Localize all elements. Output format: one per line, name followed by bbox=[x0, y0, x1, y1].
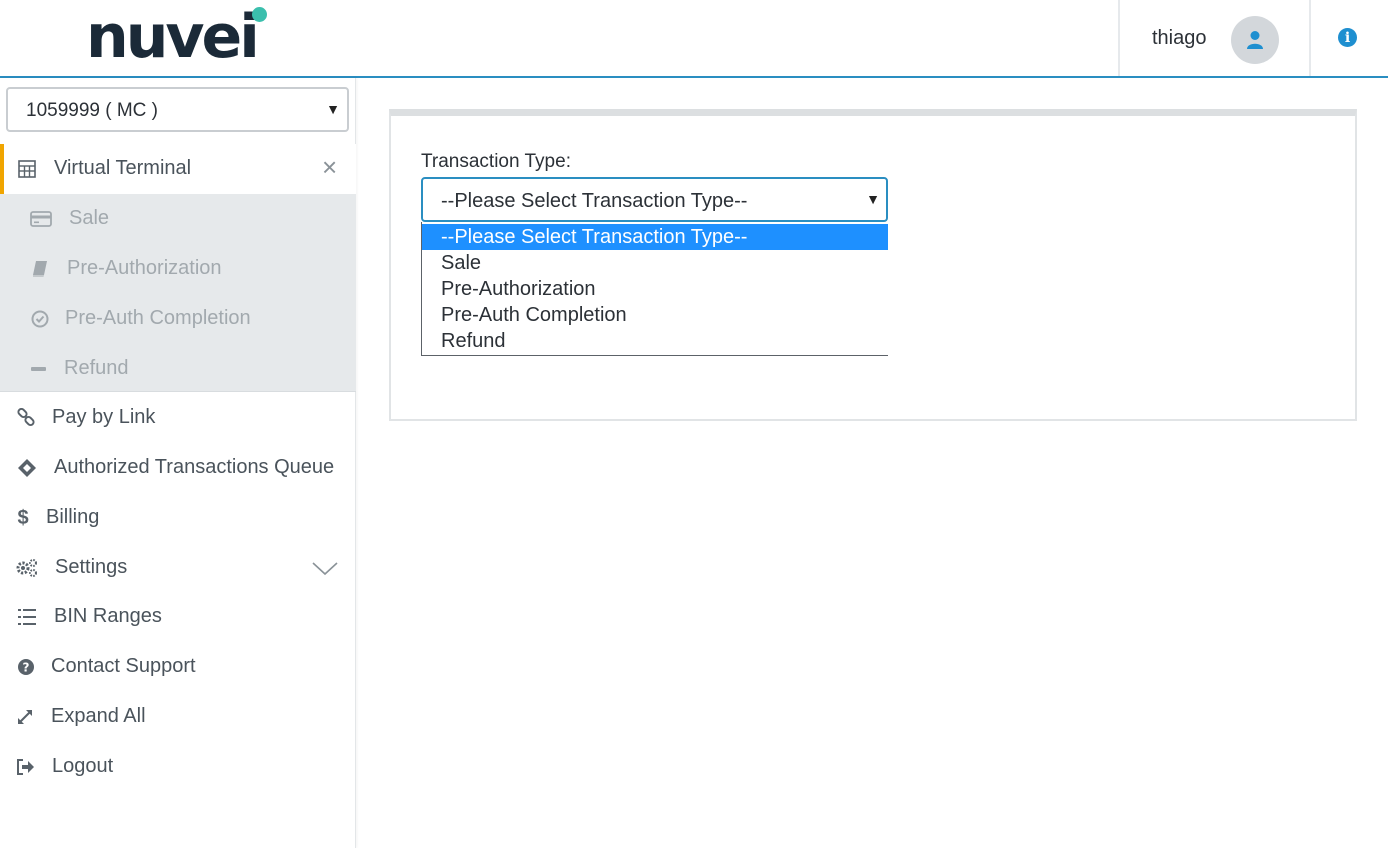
user-avatar-button[interactable] bbox=[1231, 16, 1279, 64]
sidebar-item-bin-ranges[interactable]: BIN Ranges bbox=[0, 592, 356, 642]
dropdown-option-refund[interactable]: Refund bbox=[422, 328, 888, 354]
merchant-select[interactable]: 1059999 ( MC ) ▼ bbox=[6, 87, 349, 132]
top-header: nuvei thiago i bbox=[0, 0, 1388, 78]
caret-down-icon: ▼ bbox=[326, 101, 340, 117]
sidebar-item-virtual-terminal[interactable]: Virtual Terminal × bbox=[0, 144, 356, 194]
dropdown-option-pre-auth-completion[interactable]: Pre-Auth Completion bbox=[422, 302, 888, 328]
logo-dot bbox=[252, 7, 267, 22]
dropdown-option-sale[interactable]: Sale bbox=[422, 250, 888, 276]
sidebar-item-billing[interactable]: $ Billing bbox=[0, 493, 356, 543]
submenu-item-label: Pre-Authorization bbox=[67, 257, 222, 279]
sidebar-item-logout[interactable]: Logout bbox=[0, 742, 356, 792]
sidebar-item-label: Billing bbox=[46, 506, 100, 528]
sidebar-item-pay-by-link[interactable]: Pay by Link bbox=[0, 393, 356, 443]
submenu-item-label: Sale bbox=[69, 207, 110, 229]
virtual-terminal-submenu: Sale Pre-Authorization Pre-Auth Completi… bbox=[0, 194, 356, 392]
sidebar-item-label: BIN Ranges bbox=[54, 605, 162, 627]
sidebar-item-label: Authorized Transactions Queue bbox=[54, 456, 335, 478]
submenu-item-pre-auth-completion[interactable]: Pre-Auth Completion bbox=[0, 294, 356, 344]
header-divider bbox=[1309, 0, 1311, 76]
sidebar-item-contact-support[interactable]: ? Contact Support bbox=[0, 642, 356, 692]
user-icon bbox=[1247, 31, 1263, 49]
logo-text: nuvei bbox=[86, 2, 260, 72]
transaction-type-label: Transaction Type: bbox=[421, 151, 571, 172]
book-icon bbox=[29, 258, 51, 280]
chevron-down-icon[interactable] bbox=[312, 555, 338, 581]
sidebar-item-label: Contact Support bbox=[51, 655, 196, 677]
transaction-type-dropdown-list: --Please Select Transaction Type-- Sale … bbox=[421, 222, 888, 356]
calculator-icon bbox=[16, 158, 38, 180]
gears-icon bbox=[16, 557, 38, 579]
user-name[interactable]: thiago bbox=[1152, 27, 1207, 50]
svg-text:?: ? bbox=[23, 661, 30, 675]
info-icon[interactable]: i bbox=[1338, 28, 1357, 47]
sidebar-item-authorized-transactions-queue[interactable]: Authorized Transactions Queue bbox=[0, 443, 356, 493]
link-icon bbox=[15, 407, 37, 429]
sidebar-item-label: Pay by Link bbox=[52, 406, 156, 428]
expand-icon bbox=[14, 706, 36, 728]
sidebar-item-label: Expand All bbox=[51, 705, 146, 727]
submenu-item-pre-authorization[interactable]: Pre-Authorization bbox=[0, 244, 356, 294]
dollar-icon: $ bbox=[17, 506, 29, 529]
dropdown-option-pre-authorization[interactable]: Pre-Authorization bbox=[422, 276, 888, 302]
dropdown-option-placeholder[interactable]: --Please Select Transaction Type-- bbox=[422, 224, 888, 250]
sidebar-item-label: Settings bbox=[55, 556, 128, 578]
submenu-item-refund[interactable]: Refund bbox=[0, 344, 356, 394]
minus-icon bbox=[28, 358, 50, 380]
credit-card-icon bbox=[30, 208, 52, 230]
submenu-item-label: Pre-Auth Completion bbox=[65, 307, 251, 329]
ticket-icon bbox=[16, 457, 38, 479]
transaction-type-select-value: --Please Select Transaction Type-- bbox=[441, 190, 748, 212]
sidebar-item-label: Logout bbox=[52, 755, 114, 777]
nuvei-logo[interactable]: nuvei bbox=[86, 6, 276, 68]
check-circle-icon bbox=[29, 308, 51, 330]
sidebar-item-expand-all[interactable]: Expand All bbox=[0, 692, 356, 742]
submenu-item-label: Refund bbox=[64, 357, 129, 379]
header-divider bbox=[1118, 0, 1120, 76]
question-circle-icon: ? bbox=[15, 656, 37, 678]
caret-down-icon: ▼ bbox=[866, 191, 880, 207]
sidebar-item-label: Virtual Terminal bbox=[54, 157, 192, 179]
list-ol-icon bbox=[16, 606, 38, 628]
sidebar-item-settings[interactable]: Settings bbox=[0, 543, 356, 593]
transaction-type-select[interactable]: --Please Select Transaction Type-- ▼ bbox=[421, 177, 888, 222]
merchant-select-value: 1059999 ( MC ) bbox=[26, 100, 159, 121]
sidebar: 1059999 ( MC ) ▼ Virtual Terminal × Sale bbox=[0, 78, 356, 848]
submenu-item-sale[interactable]: Sale bbox=[0, 194, 356, 244]
close-icon[interactable]: × bbox=[322, 154, 337, 180]
sign-out-icon bbox=[15, 756, 37, 778]
